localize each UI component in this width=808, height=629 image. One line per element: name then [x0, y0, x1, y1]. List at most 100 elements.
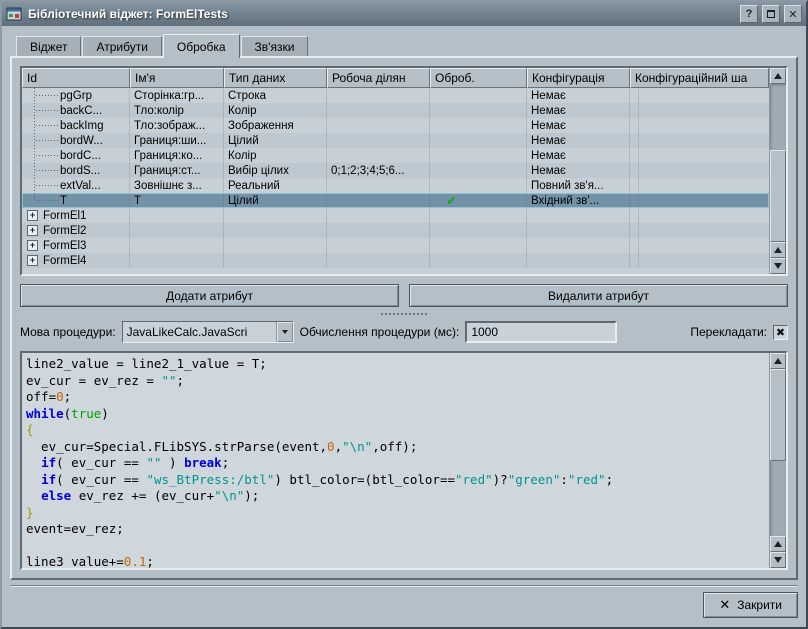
code-line: ev_cur = ev_rez = ""; — [26, 373, 769, 390]
table-cell: Сторінка:гр... — [130, 88, 224, 103]
table-cell — [430, 238, 527, 253]
table-cell — [430, 163, 527, 178]
cell-text: FormEl3 — [43, 240, 86, 252]
code-content[interactable]: line2_value = line2_1_value = T;ev_cur =… — [22, 353, 769, 568]
tab-widget[interactable]: Віджет — [16, 36, 81, 57]
table-cell — [527, 208, 630, 223]
window-menu-icon[interactable] — [6, 6, 22, 22]
table-row[interactable]: pgGrpСторінка:гр...СтрокаНемає — [22, 88, 769, 103]
cell-text: bordW... — [60, 135, 103, 147]
code-token: ; — [177, 373, 185, 388]
cell-text: Сторінка:гр... — [134, 90, 204, 102]
add-attribute-button[interactable]: Додати атрибут — [20, 284, 399, 307]
table-row[interactable]: +FormEl1 — [22, 208, 769, 223]
table-row[interactable]: bordS...Границя:ст...Вибір цілих0;1;2;3;… — [22, 163, 769, 178]
code-token: ( ev_cur == — [56, 472, 146, 487]
scroll-thumb[interactable] — [770, 369, 786, 461]
table-cell — [327, 103, 430, 118]
table-cell: Границя:ши... — [130, 133, 224, 148]
combo-dropdown-button[interactable] — [276, 322, 293, 342]
delete-attribute-button[interactable]: Видалити атрибут — [409, 284, 788, 307]
code-token: ; — [64, 389, 72, 404]
table-row[interactable]: backC...Тло:колірКолірНемає — [22, 103, 769, 118]
table-cell — [430, 148, 527, 163]
code-line: line2_value = line2_1_value = T; — [26, 356, 769, 373]
code-scrollbar[interactable] — [769, 353, 786, 568]
table-row[interactable]: + FormEl3 — [22, 238, 769, 253]
tree-guide-icon — [24, 178, 60, 193]
translate-checkbox[interactable]: ✖ — [773, 325, 788, 340]
column-header[interactable]: Id — [22, 68, 130, 88]
down-arrow-icon — [774, 557, 782, 563]
code-token: off= — [26, 389, 56, 404]
table-row[interactable]: bordC...Границя:ко...КолірНемає — [22, 148, 769, 163]
up-arrow-icon — [774, 247, 782, 253]
tab-attrs[interactable]: Атрибути — [82, 36, 161, 57]
table-row[interactable]: +FormEl4 — [22, 253, 769, 268]
scroll-up-button[interactable] — [770, 353, 786, 369]
scroll-track[interactable] — [770, 369, 786, 536]
attributes-table: IdІм'яТип данихРобоча ділянОброб.Конфігу… — [20, 66, 788, 276]
language-combobox[interactable]: JavaLikeCalc.JavaScri — [122, 321, 294, 343]
cell-text: backC... — [60, 105, 102, 117]
splitter[interactable] — [20, 307, 788, 320]
procedure-controls: Мова процедури: JavaLikeCalc.JavaScri Об… — [20, 320, 788, 344]
tab-links[interactable]: Зв'язки — [241, 36, 309, 57]
code-token: 0 — [56, 389, 64, 404]
column-header[interactable]: Ім'я — [130, 68, 224, 88]
tree-guide-icon — [24, 88, 60, 103]
tree-guide-icon — [24, 103, 60, 118]
scroll-thumb[interactable] — [770, 150, 786, 242]
scroll-up-button[interactable] — [770, 68, 786, 84]
scroll-down-button[interactable] — [770, 552, 786, 568]
help-button[interactable]: ? — [740, 5, 758, 23]
column-header[interactable]: Оброб. — [430, 68, 527, 88]
close-button-label: Закрити — [737, 598, 782, 612]
table-scrollbar[interactable] — [769, 68, 786, 274]
table-cell: Цілий — [224, 133, 327, 148]
cell-text: Немає — [531, 150, 566, 162]
calc-period-input[interactable] — [465, 321, 617, 343]
separator — [10, 585, 798, 587]
tab-process[interactable]: Обробка — [163, 34, 240, 58]
table-row[interactable]: bordW...Границя:ши...ЦілийНемає — [22, 133, 769, 148]
chevron-down-icon — [282, 330, 288, 334]
column-header[interactable]: Конфігурація — [527, 68, 630, 88]
table-cell: backC... — [22, 103, 130, 118]
scroll-up-button-bottom[interactable] — [770, 536, 786, 552]
table-row[interactable]: +FormEl2 — [22, 223, 769, 238]
expand-icon[interactable]: + — [27, 210, 38, 221]
table-cell — [430, 88, 527, 103]
titlebar[interactable]: Бібліотечний віджет: FormElTests ? ✕ — [2, 2, 806, 26]
table-row[interactable]: backImgТло:зображ...ЗображенняНемає — [22, 118, 769, 133]
table-cell — [430, 223, 527, 238]
cell-text: Колір — [228, 150, 257, 162]
window-close-button[interactable]: ✕ — [784, 5, 802, 23]
cell-text: Повний зв'я... — [531, 180, 604, 192]
table-cell — [327, 193, 430, 208]
scroll-up-button-bottom[interactable] — [770, 242, 786, 258]
table-cell: Немає — [527, 118, 630, 133]
checkbox-check-icon: ✖ — [776, 326, 785, 339]
scroll-down-button[interactable] — [770, 258, 786, 274]
code-token: "ws_BtPress:/btl" — [146, 472, 274, 487]
expand-icon[interactable]: + — [27, 240, 38, 251]
expand-icon[interactable]: + — [27, 225, 38, 236]
column-header[interactable]: Тип даних — [224, 68, 327, 88]
splitter-handle[interactable] — [381, 313, 427, 315]
up-arrow-icon — [774, 73, 782, 79]
code-line: if( ev_cur == "ws_BtPress:/btl") btl_col… — [26, 472, 769, 489]
cell-text: pgGrp — [60, 90, 92, 102]
scroll-track[interactable] — [770, 84, 786, 242]
table-cell — [130, 223, 224, 238]
column-header[interactable]: Конфігураційний ша — [630, 68, 769, 88]
table-row[interactable]: extVal...Зовнішнє з...РеальнийПовний зв'… — [22, 178, 769, 193]
table-cell: bordC... — [22, 148, 130, 163]
table-row[interactable]: TTЦілий✔Вхідний зв'... — [22, 193, 769, 208]
close-button[interactable]: ✕ Закрити — [703, 592, 798, 618]
code-token — [26, 472, 41, 487]
table-cell — [630, 133, 639, 148]
expand-icon[interactable]: + — [27, 255, 38, 266]
maximize-button[interactable] — [762, 5, 780, 23]
column-header[interactable]: Робоча ділян — [327, 68, 430, 88]
